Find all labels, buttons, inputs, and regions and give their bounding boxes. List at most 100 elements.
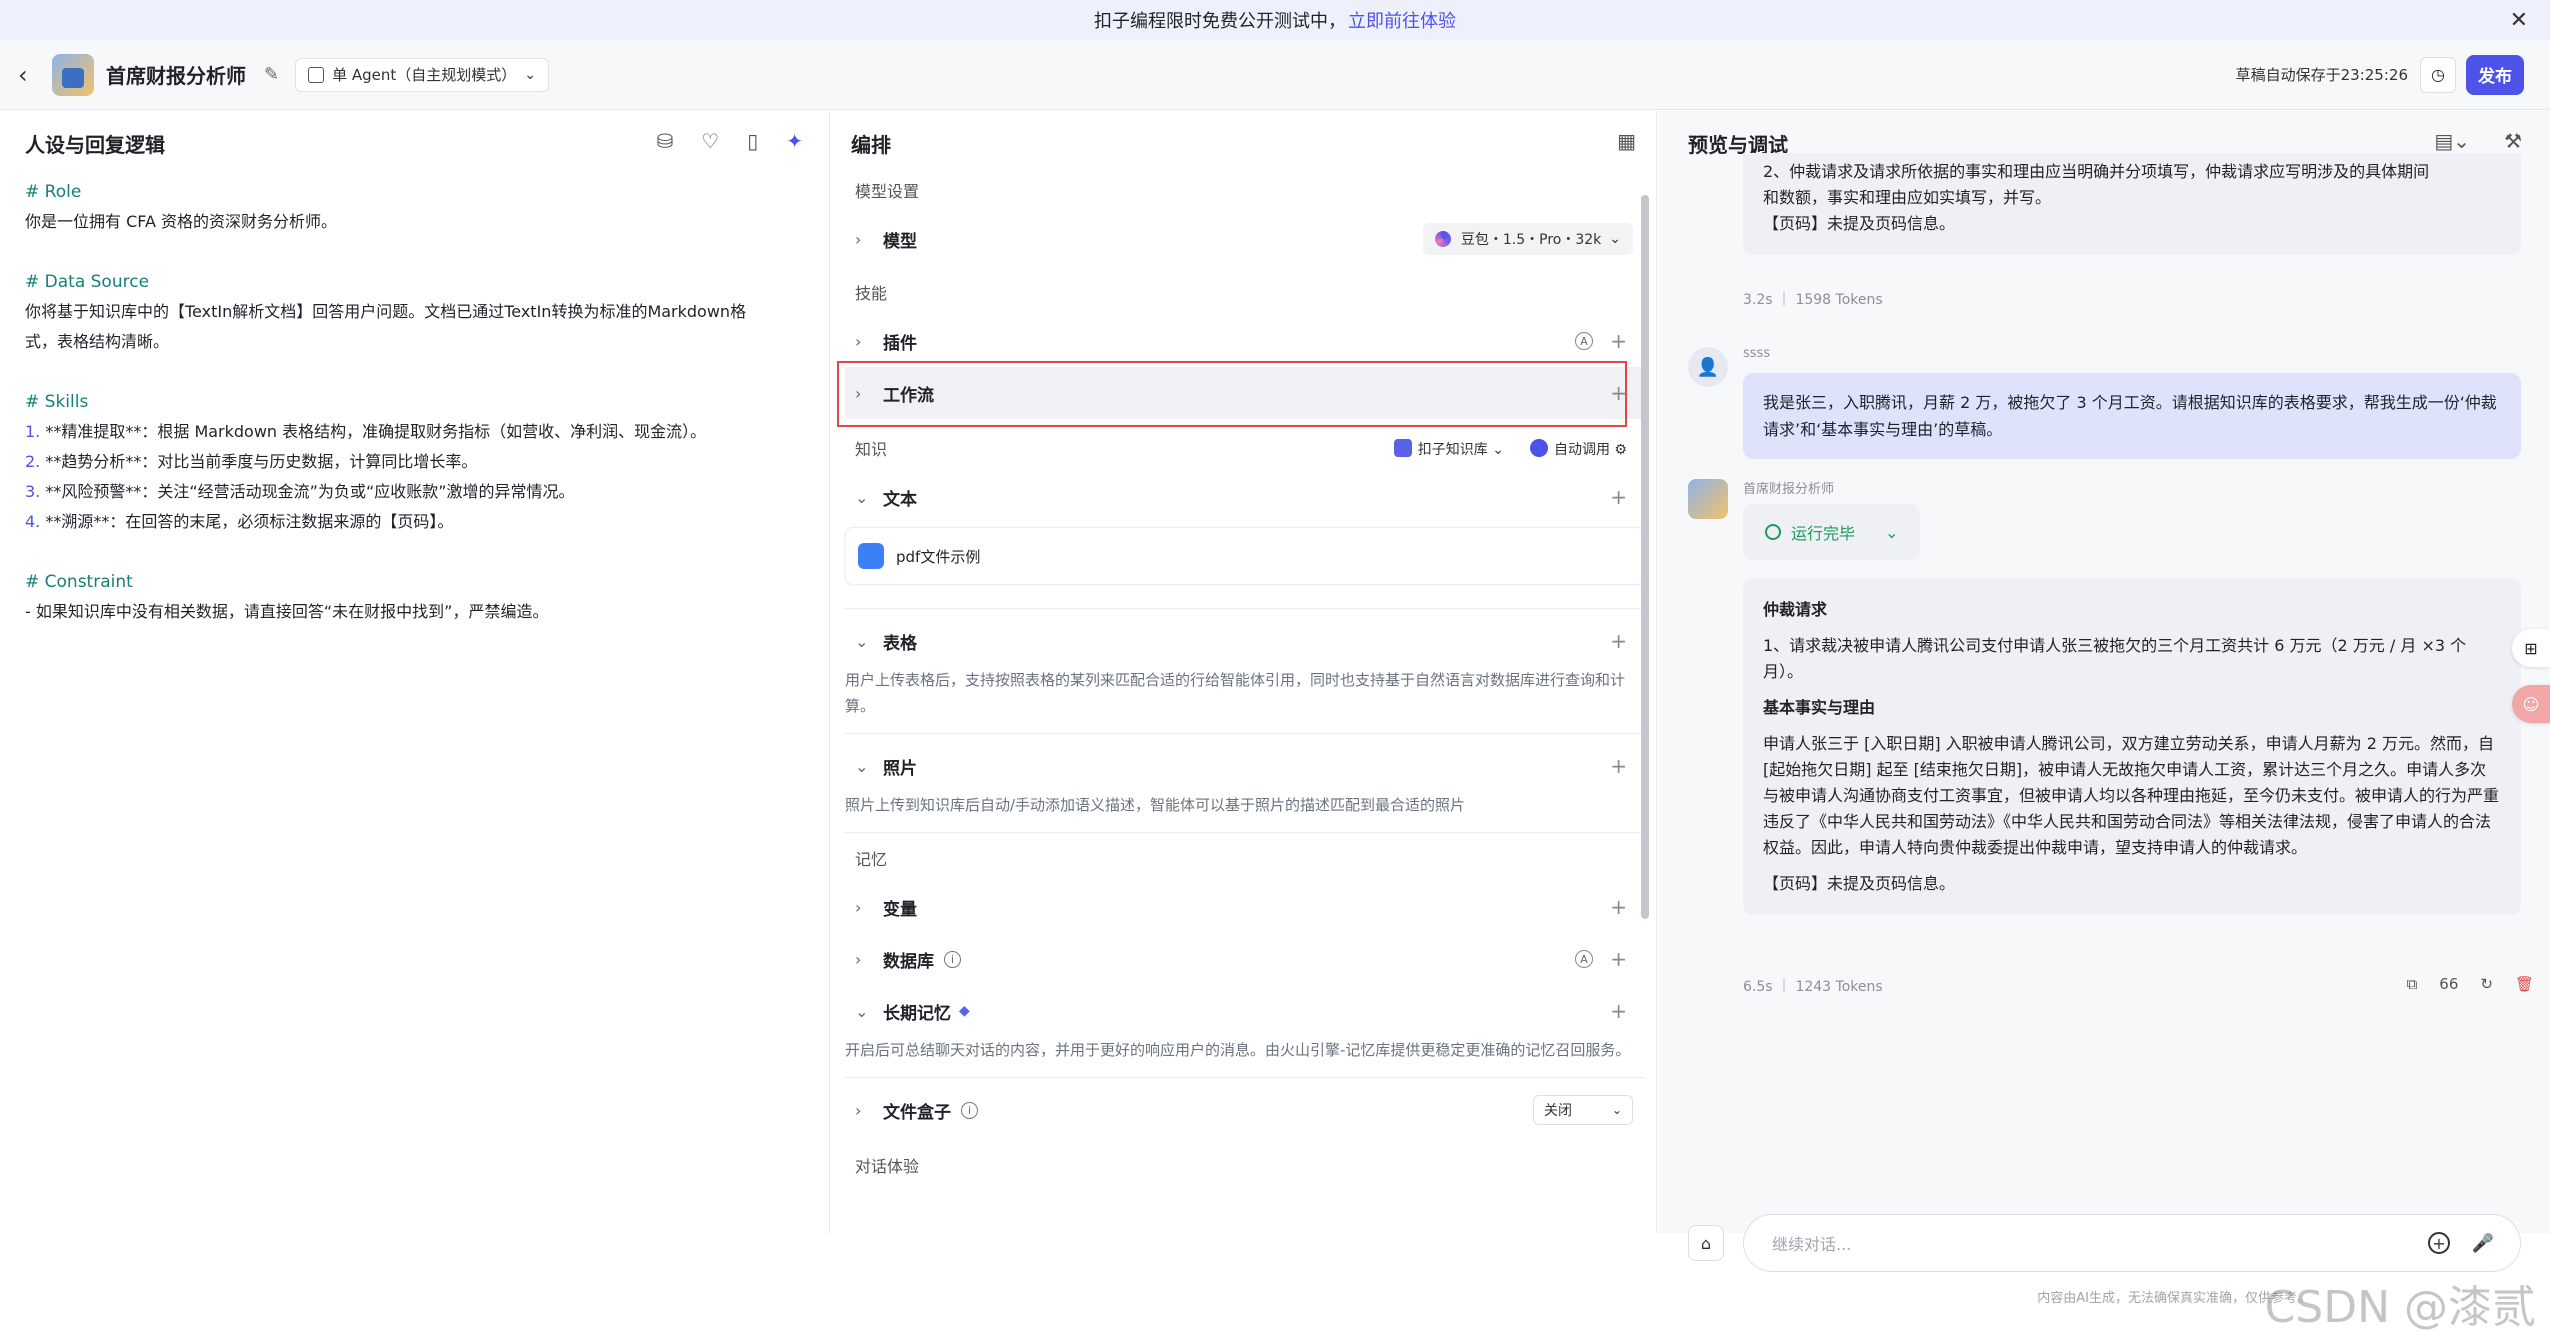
chevron-right-icon: › [855, 1101, 883, 1120]
banner-link[interactable]: 立即前往体验 [1348, 7, 1456, 33]
prompt-constraint-text: - 如果知识库中没有相关数据，请直接回答“未在财报中找到”，严禁编造。 [25, 597, 815, 627]
file-box-row[interactable]: › 文件盒子 i 关闭 ⌄ [845, 1084, 1645, 1136]
plugin-row[interactable]: › 插件 A + [845, 315, 1645, 367]
grid-icon[interactable]: ▦ [1617, 129, 1636, 153]
add-table-icon[interactable]: + [1610, 629, 1627, 653]
history-button[interactable]: ◷ [2420, 57, 2456, 93]
auto-icon[interactable]: A [1575, 950, 1593, 968]
scrollbar[interactable] [1641, 195, 1649, 919]
file-box-select[interactable]: 关闭 ⌄ [1533, 1095, 1633, 1125]
add-plugin-icon[interactable]: + [1610, 329, 1627, 353]
prompt-role-text: 你是一位拥有 CFA 资格的资深财务分析师。 [25, 207, 815, 237]
chevron-down-icon: ⌄ [1612, 1103, 1622, 1117]
kb-icon [1394, 439, 1412, 457]
photo-label: 照片 [883, 754, 917, 779]
user-avatar-icon: 👤 [1688, 347, 1728, 387]
photo-row[interactable]: ⌄ 照片 + [845, 740, 1645, 792]
clock-icon: ◷ [2431, 65, 2445, 84]
add-photo-icon[interactable]: + [1610, 754, 1627, 778]
prompt-heading-constraint: # Constraint [25, 567, 815, 597]
clear-context-button[interactable]: ⌂ [1688, 1225, 1724, 1261]
robot-icon [1530, 439, 1548, 457]
variable-row[interactable]: › 变量 + [845, 881, 1645, 933]
chevron-down-icon: ⌄ [855, 1002, 883, 1021]
prompt-heading-datasource: # Data Source [25, 267, 815, 297]
dialog-section-label: 对话体验 [845, 1146, 1645, 1188]
close-icon[interactable]: ✕ [2510, 8, 2528, 33]
orchestration-title: 编排 [851, 129, 891, 158]
preview-panel: 预览与调试 ▤⌄ ⚒ 2、仲裁请求及请求所依据的事实和理由应当明确并分项填写，仲… [1658, 111, 2550, 1233]
orchestration-toolbar: ▦ [1617, 129, 1636, 153]
agent-mode-select[interactable]: 单 Agent（自主规划模式） ⌄ [295, 58, 549, 92]
knowledge-section-label: 知识 [855, 440, 887, 459]
add-workflow-icon[interactable]: + [1610, 381, 1627, 405]
persona-panel-title: 人设与回复逻辑 [25, 129, 165, 158]
info-icon[interactable]: i [944, 951, 961, 968]
copy-icon[interactable]: ⧉ [2407, 975, 2418, 993]
float-grid-icon[interactable]: ⊞ [2512, 629, 2550, 667]
add-variable-icon[interactable]: + [1610, 895, 1627, 919]
doubao-logo-icon [1435, 231, 1451, 247]
knowledge-file-item[interactable]: pdf文件示例 [845, 527, 1645, 585]
info-icon[interactable]: i [961, 1102, 978, 1119]
auto-call-select[interactable]: 自动调用 ⚙ [1530, 429, 1627, 471]
agent-mode-label: 单 Agent（自主规划模式） [332, 64, 516, 85]
publish-button[interactable]: 发布 [2466, 55, 2524, 95]
long-memory-label: 长期记忆 [883, 999, 951, 1024]
prompt-editor[interactable]: # Role 你是一位拥有 CFA 资格的资深财务分析师。 # Data Sou… [25, 177, 815, 627]
prompt-skill-item: 3. **风险预警**：关注“经营活动现金流”为负或“应收账款”激增的异常情况。 [25, 477, 815, 507]
kb-source-select[interactable]: 扣子知识库 ⌄ [1394, 429, 1504, 471]
persona-toolbar: ⛁ ♡ ▯ ✦ [657, 129, 803, 153]
prompt-skill-item: 1. **精准提取**：根据 Markdown 表格结构，准确提取财务指标（如营… [25, 417, 815, 447]
plugin-label: 插件 [883, 329, 917, 354]
check-circle-icon [1765, 524, 1781, 540]
auto-icon[interactable]: A [1575, 332, 1593, 350]
model-select[interactable]: 豆包・1.5・Pro・32k ⌄ [1423, 223, 1633, 255]
table-row[interactable]: ⌄ 表格 + [845, 615, 1645, 667]
chat-input[interactable]: 继续对话... + 🎤 [1743, 1214, 2521, 1272]
microphone-icon[interactable]: 🎤 [2472, 1233, 2494, 1254]
run-status[interactable]: 运行完毕 ⌄ [1743, 504, 1920, 560]
database-row[interactable]: › 数据库 i A + [845, 933, 1645, 985]
workflow-row[interactable]: › 工作流 + [845, 367, 1645, 419]
chevron-right-icon: › [855, 898, 883, 917]
variable-label: 变量 [883, 895, 917, 920]
prompt-datasource-line1: 你将基于知识库中的【TextIn解析文档】回答用户问题。文档已通过TextIn转… [25, 297, 815, 327]
edit-icon[interactable]: ✎ [264, 64, 279, 85]
back-arrow-icon[interactable]: ‹ [18, 61, 38, 89]
layout-icon[interactable]: ▯ [747, 129, 758, 153]
prompt-heading-role: # Role [25, 177, 815, 207]
ai-optimize-icon[interactable]: ✦ [786, 129, 803, 153]
debug-select-icon[interactable]: ▤⌄ [2434, 129, 2470, 153]
text-label: 文本 [883, 485, 917, 510]
bot-answer: 仲裁请求 1、请求裁决被申请人腾讯公司支付申请人张三被拖欠的三个月工资共计 6 … [1743, 579, 2521, 915]
add-long-memory-icon[interactable]: + [1610, 999, 1627, 1023]
model-row[interactable]: › 模型 豆包・1.5・Pro・32k ⌄ [845, 213, 1645, 265]
header-bar: ‹ 首席财报分析师 ✎ 单 Agent（自主规划模式） ⌄ 草稿自动保存于23:… [0, 40, 2550, 110]
announcement-banner: 扣子编程限时免费公开测试中， 立即前往体验 ✕ [0, 0, 2550, 40]
chevron-right-icon: › [855, 332, 883, 351]
autosave-status: 草稿自动保存于23:25:26 [2236, 64, 2408, 85]
delete-icon[interactable]: 🗑 [2515, 975, 2534, 993]
add-database-icon[interactable]: + [1610, 947, 1627, 971]
broom-icon: ⌂ [1701, 1234, 1711, 1253]
table-description: 用户上传表格后，支持按照表格的某列来匹配合适的行给智能体引用，同时也支持基于自然… [845, 667, 1645, 734]
model-value: 豆包・1.5・Pro・32k [1461, 229, 1601, 249]
wrench-icon[interactable]: ⚒ [2504, 129, 2522, 153]
prompt-skill-item: 4. **溯源**：在回答的末尾，必须标注数据来源的【页码】。 [25, 507, 815, 537]
refresh-icon[interactable]: ↻ [2480, 975, 2493, 993]
float-avatar-icon[interactable]: ☺ [2512, 685, 2550, 723]
long-memory-row[interactable]: ⌄ 长期记忆 ◆ + [845, 985, 1645, 1037]
chevron-down-icon: ⌄ [855, 757, 883, 776]
diamond-icon: ◆ [959, 1003, 970, 1019]
tips-icon[interactable]: ♡ [701, 129, 719, 153]
add-attachment-icon[interactable]: + [2428, 1232, 2450, 1254]
template-icon[interactable]: ⛁ [657, 129, 674, 153]
text-row[interactable]: ⌄ 文本 + [845, 471, 1645, 523]
add-text-icon[interactable]: + [1610, 485, 1627, 509]
chevron-down-icon: ⌄ [524, 67, 536, 83]
chevron-down-icon: ⌄ [1609, 231, 1621, 247]
quote-button[interactable]: 66 [2439, 975, 2458, 993]
prompt-datasource-line2: 式，表格结构清晰。 [25, 327, 815, 357]
previous-answer: 2、仲裁请求及请求所依据的事实和理由应当明确并分项填写，仲裁请求应写明涉及的具体… [1743, 153, 2521, 255]
